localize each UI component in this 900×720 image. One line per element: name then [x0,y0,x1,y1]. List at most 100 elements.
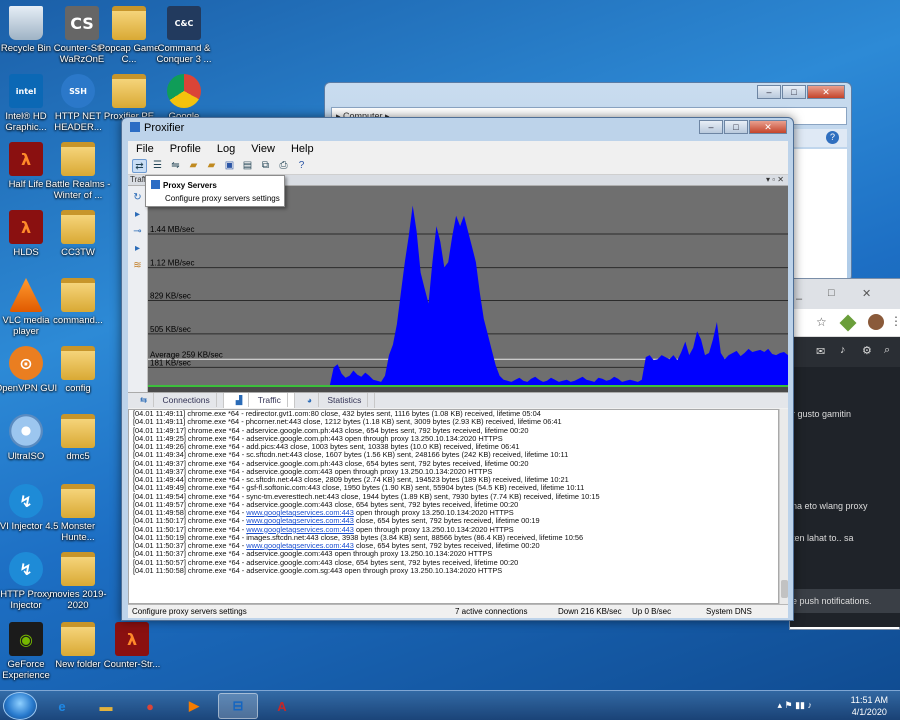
traffic-chart-svg: 1.44 MB/sec 1.12 MB/sec 829 KB/sec 505 KB/s… [148,186,788,393]
desktop-icon[interactable]: λ Counter-Str... [98,622,166,670]
maximize-button[interactable]: □ [724,120,748,134]
explorer-folder-icon[interactable]: ▬ [86,693,126,719]
tray-icons[interactable]: ▴ ⚑ ▮▮ ♪ [778,700,813,711]
connection-log[interactable]: [04.01 11:49:11] chrome.exe *64 - redire… [128,409,779,604]
proxy-servers-icon[interactable]: ⇄ [132,158,147,173]
folder-icon [112,6,146,40]
proxifier-taskbar-icon[interactable]: ⊟ [218,693,258,719]
close-button[interactable]: ✕ [807,85,845,99]
folder-icon[interactable]: ▰ [204,159,219,173]
print-icon[interactable]: ⎙ [276,159,291,173]
arrow-small-icon[interactable]: ▸ [128,243,147,254]
close-icon[interactable]: ✕ [862,287,871,300]
close-button[interactable]: ✕ [749,120,787,134]
desktop-icon[interactable]: movies 2019-2020 [44,552,112,611]
command-conquer-icon: C&C [167,6,201,40]
folder-icon [61,278,95,312]
desktop-icon[interactable]: Google [150,74,218,122]
tab-connections[interactable]: ⇆ Connections [128,393,224,408]
desktop-icon-label: Counter-Str... [103,659,161,670]
copy-icon[interactable]: ⧉ [258,159,273,173]
extension-icon[interactable] [839,314,857,332]
minimize-button[interactable]: – [699,120,723,134]
start-button[interactable] [3,692,37,720]
acrobat-icon[interactable]: A [262,693,302,719]
tab-connections-label: Connections [156,393,217,407]
ie-icon[interactable]: e [42,693,82,719]
maximize-icon[interactable]: □ [828,287,835,299]
maximize-button[interactable]: □ [782,85,806,99]
recycle-bin-icon [9,6,43,40]
desktop-icon-label: command... [53,315,103,326]
status-bar: Configure proxy servers settings 7 activ… [128,604,788,618]
tooltip-title: Proxy Servers [163,181,217,190]
help-icon[interactable]: ? [826,131,839,144]
ultraiso-icon [9,414,43,448]
tooltip-title-row: Proxy Servers [151,180,217,190]
chart-side-toolbar: ↻ ▸ ⊸ ▸ ≋ [128,186,148,392]
help-icon[interactable]: ? [294,159,309,173]
desktop-icon-label: config [65,383,91,394]
chrome-window[interactable]: – □ ✕ ☆ ⋮ ✉ ♪ ⚙ ⌕ r gusto gamitin na eto… [789,278,900,630]
name-resolution-icon[interactable]: ⇋ [168,159,183,173]
post-text-2: na eto wlang proxy [792,501,868,511]
desktop-icon-label: Monster Hunte... [60,521,96,543]
log-line: [04.01 11:50:58] chrome.exe *64 - adserv… [133,565,503,575]
arrow-right-icon[interactable]: ▸ [128,209,147,220]
tab-statistics[interactable]: ◕ Statistics [295,393,376,408]
menu-file[interactable]: File [128,141,162,157]
minimize-icon[interactable]: – [796,293,802,305]
media-player-icon[interactable]: ▶ [174,693,214,719]
panel-controls[interactable]: ▾ ▫ ✕ [766,175,784,185]
save-icon[interactable]: ▣ [222,159,237,173]
log-scrollbar[interactable] [779,409,788,604]
chrome-taskbar-icon[interactable]: ● [130,693,170,719]
status-connections: 7 active connections [455,607,528,616]
log-icon[interactable]: ▤ [240,159,255,173]
open-profile-icon[interactable]: ▰ [186,159,201,173]
menu-dots-icon[interactable]: ⋮ [890,314,900,328]
y-tick-label: 1.12 MB/sec [150,259,194,268]
explorer-window-controls: – □ ✕ [757,85,845,99]
proxification-rules-icon[interactable]: ☰ [150,159,165,173]
desktop-icon[interactable]: command... [44,278,112,326]
desktop-icon[interactable]: dmc5 [44,414,112,462]
desktop-icon-label: Command & Conquer 3 ... [156,43,212,65]
tab-statistics-label: Statistics [321,393,369,407]
menu-log[interactable]: Log [209,141,243,157]
half-life-icon: λ [9,210,43,244]
traffic-icon: ▟ [229,393,250,407]
scrollbar-thumb[interactable] [781,580,788,598]
search-icon[interactable]: ⌕ [884,344,890,357]
pin-icon[interactable]: ⊸ [128,226,147,237]
proxy-servers-icon [151,180,160,189]
half-life-icon: λ [9,142,43,176]
proxifier-window-controls: – □ ✕ [699,120,787,134]
desktop-icon[interactable]: Battle Realms - Winter of ... [44,142,112,201]
menu-profile[interactable]: Profile [162,141,209,157]
desktop-icon[interactable]: config [44,346,112,394]
bookmark-star-icon[interactable]: ☆ [816,315,827,329]
intel-graphics-icon: intel [9,74,43,108]
menu-view[interactable]: View [243,141,283,157]
push-notification-bar[interactable]: e push notifications. [790,589,900,613]
bell-icon[interactable]: ♪ [840,344,846,356]
options-icon[interactable]: ≋ [128,260,147,271]
desktop-icon-label: movies 2019-2020 [49,589,107,611]
avatar[interactable] [868,314,884,330]
desktop-icon[interactable]: C&C Command & Conquer 3 ... [150,6,218,65]
tab-traffic[interactable]: ▟ Traffic [223,393,295,408]
desktop-icon[interactable]: CC3TW [44,210,112,258]
status-download: Down 216 KB/sec [558,607,622,616]
desktop-icon[interactable]: Monster Hunte... [44,484,112,543]
settings-icon[interactable]: ⚙ [862,344,872,357]
status-message: Configure proxy servers settings [132,607,247,616]
clock-time: 11:51 AM [850,695,888,705]
system-clock[interactable]: 11:51 AM 4/1/2020 [851,694,888,718]
mail-icon[interactable]: ✉ [816,345,825,358]
minimize-button[interactable]: – [757,85,781,99]
proxifier-body: Traffic ▾ ▫ ✕ ↻ ▸ ⊸ ▸ ≋ 1.44 MB/sec 1.12 … [128,175,788,618]
proxy-servers-tooltip: Proxy Servers Configure proxy servers se… [145,175,285,207]
menu-help[interactable]: Help [283,141,322,157]
folder-icon [112,74,146,108]
